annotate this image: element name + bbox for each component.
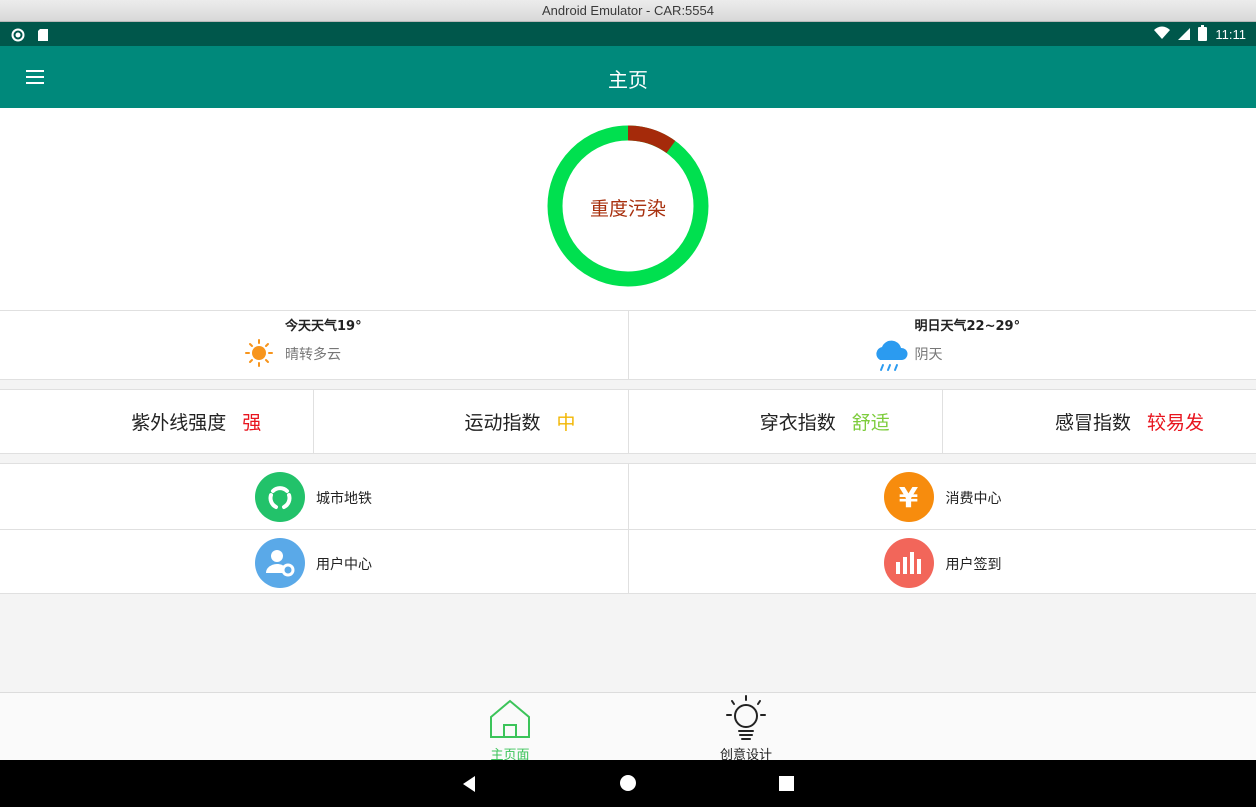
service-label: 用户中心 <box>316 557 372 573</box>
system-nav-bar <box>0 760 1256 807</box>
service-sign-in[interactable]: 用户签到 <box>627 530 1256 594</box>
index-level: 强 <box>242 412 262 434</box>
weather-row: 今天天气19° 晴转多云 明日天气22~29° 阴天 <box>0 310 1256 380</box>
index-level: 较易发 <box>1146 412 1204 434</box>
window-titlebar: Android Emulator - CAR:5554 <box>0 0 1256 22</box>
rain-cloud-icon <box>872 336 912 380</box>
user-settings-icon <box>255 538 305 588</box>
recents-icon[interactable] <box>779 776 794 795</box>
service-grid: 城市地铁 ¥ 消费中心 用户中心 用户签到 <box>0 463 1256 594</box>
battery-icon <box>1198 25 1208 44</box>
pollution-label: 重度污染 <box>589 198 666 220</box>
weather-tomorrow-desc: 阴天 <box>914 347 943 363</box>
nav-creative[interactable]: 创意设计 <box>696 693 796 763</box>
weather-tomorrow-title: 明日天气22~29° <box>914 319 1021 334</box>
index-sport: 运动指数 中 <box>313 390 627 453</box>
index-name: 穿衣指数 <box>759 412 836 434</box>
weather-today-title: 今天天气19° <box>285 319 362 334</box>
index-uv: 紫外线强度 强 <box>0 390 313 453</box>
index-clothing: 穿衣指数 舒适 <box>627 390 942 453</box>
home-icon <box>489 699 531 743</box>
weather-today-desc: 晴转多云 <box>285 347 341 363</box>
service-metro[interactable]: 城市地铁 <box>0 464 628 529</box>
page-title: 主页 <box>608 68 648 92</box>
signal-icon <box>1178 26 1191 43</box>
index-name: 运动指数 <box>464 412 541 434</box>
notification-circle-icon <box>11 27 25 46</box>
status-bar: 11:11 <box>0 22 1256 46</box>
nav-home[interactable]: 主页面 <box>460 693 560 763</box>
service-label: 城市地铁 <box>316 491 372 507</box>
app-bar: 主页 <box>0 46 1256 108</box>
status-time: 11:11 <box>1215 27 1246 42</box>
pollution-panel: 重度污染 <box>0 108 1256 310</box>
index-name: 紫外线强度 <box>131 412 227 434</box>
service-label: 消费中心 <box>945 491 1002 507</box>
weather-today: 今天天气19° 晴转多云 <box>0 311 628 379</box>
life-index-row: 紫外线强度 强 运动指数 中 穿衣指数 舒适 感冒指数 较易发 <box>0 389 1256 454</box>
home-button-icon[interactable] <box>619 774 637 796</box>
index-cold: 感冒指数 较易发 <box>941 390 1256 453</box>
wifi-icon <box>1154 26 1171 43</box>
service-user-center[interactable]: 用户中心 <box>0 530 628 594</box>
bar-chart-icon <box>883 538 934 588</box>
service-label: 用户签到 <box>945 557 1002 573</box>
index-level: 舒适 <box>851 412 890 434</box>
service-consumption[interactable]: ¥ 消费中心 <box>627 464 1256 529</box>
lightbulb-icon <box>723 695 769 745</box>
bottom-nav: 主页面 创意设计 <box>0 692 1256 763</box>
sun-icon <box>245 339 273 371</box>
index-level: 中 <box>556 412 576 434</box>
yen-icon: ¥ <box>883 472 934 522</box>
index-name: 感冒指数 <box>1054 412 1131 434</box>
back-icon[interactable] <box>461 775 477 797</box>
window-title: Android Emulator - CAR:5554 <box>542 3 714 18</box>
weather-tomorrow: 明日天气22~29° 阴天 <box>627 311 1256 380</box>
sd-card-icon <box>37 27 49 46</box>
metro-icon <box>255 472 305 522</box>
